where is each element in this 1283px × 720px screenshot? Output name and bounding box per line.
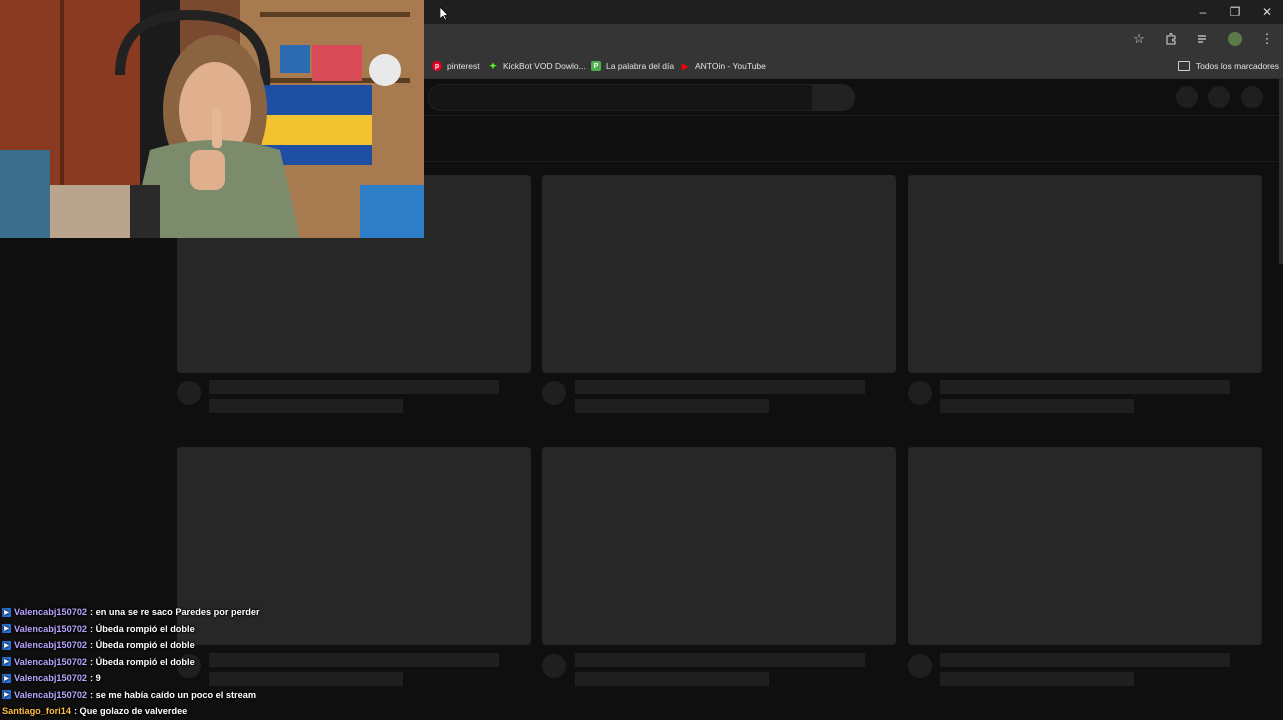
chat-message: ▶ Valencabj150702 : Úbeda rompió el dobl… bbox=[2, 654, 422, 671]
video-thumbnail-skeleton[interactable] bbox=[542, 175, 896, 373]
channel-avatar-skeleton bbox=[177, 381, 201, 405]
channel-avatar-skeleton bbox=[542, 654, 566, 678]
page-scrollbar[interactable] bbox=[1279, 79, 1283, 264]
channel-avatar-skeleton bbox=[908, 381, 932, 405]
bookmark-youtube[interactable]: ▶ ANTOin - YouTube bbox=[680, 54, 766, 78]
meta-skeleton bbox=[575, 399, 769, 413]
channel-avatar-skeleton bbox=[908, 654, 932, 678]
chat-message: ▶ Valencabj150702 : Úbeda rompió el dobl… bbox=[2, 621, 422, 638]
title-skeleton bbox=[940, 380, 1230, 394]
profile-avatar-icon[interactable] bbox=[1223, 27, 1247, 51]
chat-message: ▶ Valencabj150702 : en una se re saco Pa… bbox=[2, 604, 422, 621]
channel-avatar-skeleton bbox=[542, 381, 566, 405]
mouse-cursor-icon bbox=[440, 7, 449, 21]
chat-message: ▶ Valencabj150702 : Úbeda rompió el dobl… bbox=[2, 637, 422, 654]
video-thumbnail-skeleton[interactable] bbox=[908, 175, 1262, 373]
create-icon-skeleton[interactable] bbox=[1176, 86, 1198, 108]
chat-username: Valencabj150702 bbox=[14, 673, 88, 684]
bookmark-label: pinterest bbox=[447, 61, 480, 71]
meta-skeleton bbox=[575, 672, 769, 686]
chat-message: ▶ Valencabj150702 : se me había caído un… bbox=[2, 687, 422, 704]
chat-text: : Úbeda rompió el doble bbox=[90, 640, 195, 651]
search-button-skeleton[interactable] bbox=[812, 84, 855, 111]
kick-badge-icon: ▶ bbox=[2, 673, 11, 683]
restore-icon[interactable]: ❐ bbox=[1219, 0, 1251, 24]
pinterest-icon: p bbox=[432, 61, 442, 71]
meta-skeleton bbox=[209, 399, 403, 413]
all-bookmarks-button[interactable]: Todos los marcadores bbox=[1177, 54, 1279, 78]
chat-username: Valencabj150702 bbox=[14, 640, 88, 651]
minimize-icon[interactable]: – bbox=[1187, 0, 1219, 24]
chat-message: ▶ Valencabj150702 : 9 bbox=[2, 670, 422, 687]
bookmark-pinterest[interactable]: p pinterest bbox=[432, 54, 480, 78]
extensions-icon[interactable] bbox=[1159, 27, 1183, 51]
chat-text: : Úbeda rompió el doble bbox=[90, 623, 195, 634]
title-skeleton bbox=[940, 653, 1230, 667]
meta-skeleton bbox=[940, 672, 1134, 686]
search-input-skeleton[interactable] bbox=[428, 84, 814, 111]
p-icon: P bbox=[591, 61, 601, 71]
bookmark-palabra[interactable]: P La palabra del día bbox=[591, 54, 674, 78]
browser-menu-icon[interactable]: ⋮ bbox=[1255, 27, 1279, 51]
kick-badge-icon: ▶ bbox=[2, 640, 11, 650]
webcam-overlay bbox=[0, 0, 424, 238]
all-bookmarks-label: Todos los marcadores bbox=[1195, 61, 1279, 71]
title-skeleton bbox=[209, 380, 499, 394]
bookmark-label: KickBot VOD Dowlo... bbox=[503, 61, 586, 71]
chat-text: : Que golazo de valverdee bbox=[73, 706, 188, 717]
bookmark-label: La palabra del día bbox=[606, 61, 675, 71]
chat-username: Valencabj150702 bbox=[14, 623, 88, 634]
chat-overlay: ▶ Valencabj150702 : en una se re saco Pa… bbox=[2, 604, 422, 720]
chat-text: : 9 bbox=[90, 673, 101, 684]
close-icon[interactable]: ✕ bbox=[1251, 0, 1283, 24]
media-control-icon[interactable] bbox=[1191, 27, 1215, 51]
bookmark-star-icon[interactable]: ☆ bbox=[1127, 27, 1151, 51]
meta-skeleton bbox=[940, 399, 1134, 413]
chat-message: Santiago_fori14 : Que golazo de valverde… bbox=[2, 703, 422, 720]
chat-username: Santiago_fori14 bbox=[2, 706, 71, 717]
video-thumbnail-skeleton[interactable] bbox=[908, 447, 1262, 645]
chat-text: : en una se re saco Paredes por perder bbox=[90, 607, 260, 618]
title-skeleton bbox=[575, 653, 865, 667]
title-skeleton bbox=[575, 380, 865, 394]
address-bar[interactable] bbox=[430, 27, 1150, 51]
webcam-scene bbox=[0, 0, 424, 238]
window-controls: – ❐ ✕ bbox=[1187, 0, 1283, 24]
kick-badge-icon: ▶ bbox=[2, 607, 11, 617]
chat-username: Valencabj150702 bbox=[14, 656, 88, 667]
youtube-icon: ▶ bbox=[681, 61, 689, 71]
bookmark-label: ANTOin - YouTube bbox=[695, 61, 766, 71]
bookmark-kickbot[interactable]: ✦ KickBot VOD Dowlo... bbox=[488, 54, 586, 78]
kick-badge-icon: ▶ bbox=[2, 657, 11, 667]
chat-text: : se me había caído un poco el stream bbox=[90, 689, 256, 700]
chat-username: Valencabj150702 bbox=[14, 607, 88, 618]
video-thumbnail-skeleton[interactable] bbox=[542, 447, 896, 645]
kickbot-icon: ✦ bbox=[489, 60, 497, 71]
kick-badge-icon: ▶ bbox=[2, 690, 11, 700]
kick-badge-icon: ▶ bbox=[2, 624, 11, 634]
chat-username: Valencabj150702 bbox=[14, 689, 88, 700]
avatar-skeleton[interactable] bbox=[1241, 86, 1263, 108]
folder-icon bbox=[1177, 61, 1190, 71]
chat-text: : Úbeda rompió el doble bbox=[90, 656, 195, 667]
notifications-icon-skeleton[interactable] bbox=[1208, 86, 1230, 108]
